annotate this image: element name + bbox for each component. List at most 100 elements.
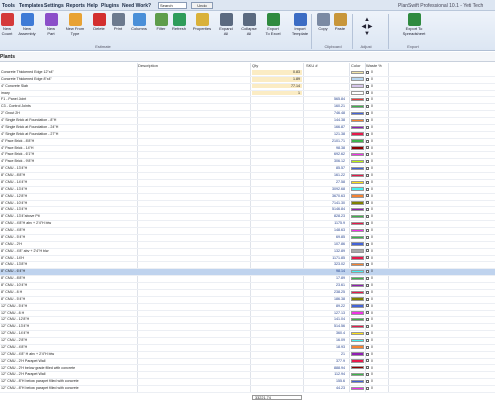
waste-checkbox[interactable] (366, 242, 369, 246)
table-row[interactable]: 12" CMU - 12'8"H 141.04 0 (0, 317, 495, 325)
table-row[interactable]: 12" CMU - 4'8"H 18.93 0 (0, 345, 495, 352)
table-row[interactable]: 12" CMU - 4'8" H abv + 2'4"H blw 21 0 (0, 352, 495, 359)
waste-checkbox[interactable] (366, 352, 369, 356)
waste-checkbox[interactable] (366, 187, 369, 191)
waste-checkbox[interactable] (366, 180, 369, 184)
table-row[interactable]: 8" CMU - 12'8"H 3670.63 0 (0, 194, 495, 201)
table-row[interactable]: 8" CMU - 13'4"H 85.57 0 (0, 166, 495, 174)
export-excel-button[interactable]: Export To Excel (262, 13, 284, 36)
table-row[interactable]: 8" CMU - 8'8"H 161.22 0 (0, 173, 495, 180)
table-row[interactable]: C3 - Control Joints 160.21 0 (0, 104, 495, 112)
waste-checkbox[interactable] (366, 297, 369, 301)
waste-checkbox[interactable] (366, 338, 369, 342)
menu-tools[interactable]: Tools (2, 3, 15, 9)
table-row[interactable]: 8" CMU - 14'4"H 27.58 0 (0, 180, 495, 187)
expand-all-button[interactable]: Expand All (216, 13, 236, 36)
table-row[interactable]: 4" Pace Brick - 6'1"H 692.62 0 (0, 152, 495, 160)
waste-checkbox[interactable] (366, 201, 369, 205)
waste-checkbox[interactable] (366, 249, 369, 253)
table-row[interactable]: 8" CMU - 2'H 107.86 0 (0, 242, 495, 249)
waste-checkbox[interactable] (366, 386, 369, 390)
waste-checkbox[interactable] (366, 359, 369, 363)
menu-need-work[interactable]: Need Work? (122, 3, 151, 9)
table-row[interactable]: 8" CMU - 13'4"above Pit 828.23 0 (0, 214, 495, 222)
waste-checkbox[interactable] (366, 173, 369, 177)
columns-button[interactable]: Columns (128, 13, 150, 32)
waste-checkbox[interactable] (366, 325, 369, 329)
waste-checkbox[interactable] (366, 84, 369, 88)
col-qty[interactable]: Qty (252, 63, 258, 69)
new-count-button[interactable]: New Count (0, 13, 14, 36)
col-description[interactable]: Description (138, 63, 158, 69)
waste-checkbox[interactable] (366, 146, 369, 150)
waste-checkbox[interactable] (366, 283, 369, 287)
table-row[interactable]: 12" CMU - 5'4"H 89.22 0 (0, 304, 495, 311)
waste-checkbox[interactable] (366, 276, 369, 280)
waste-checkbox[interactable] (366, 345, 369, 349)
collapse-all-button[interactable]: Collapse All (238, 13, 260, 36)
menu-plugins[interactable]: Plugins (101, 3, 119, 9)
table-row[interactable]: F1 - Panel Joint 565.84 0 (0, 97, 495, 105)
table-row[interactable]: 12" CMU - 8"H below parapet filled with … (0, 379, 495, 387)
export-spreadsheet-button[interactable]: Export To Spreadsheet (397, 13, 431, 36)
table-row[interactable]: 8" CMU - 13'4"H 3092.68 0 (0, 187, 495, 194)
table-row[interactable]: 12" CMU - 14'4"H 360.4 0 (0, 331, 495, 338)
waste-checkbox[interactable] (366, 77, 369, 81)
waste-checkbox[interactable] (366, 235, 369, 239)
table-row[interactable]: 8" CMU - 5'4"H 69.85 0 (0, 235, 495, 242)
waste-checkbox[interactable] (366, 70, 369, 74)
waste-checkbox[interactable] (366, 228, 369, 232)
table-row[interactable]: 4" Concrete Slab 77.14 0 (0, 83, 495, 91)
new-from-type-button[interactable]: New From Type (62, 13, 88, 36)
waste-checkbox[interactable] (366, 373, 369, 377)
col-sku[interactable]: SKU # (306, 63, 318, 69)
table-row[interactable]: 4" Pace Brick - 9'8"H 306.12 0 (0, 159, 495, 167)
waste-checkbox[interactable] (366, 221, 369, 225)
waste-checkbox[interactable] (366, 153, 369, 157)
table-row[interactable]: 8" CMU - 14'H 1171.85 0 (0, 256, 495, 263)
filter-button[interactable]: Filter (154, 13, 168, 32)
table-row[interactable]: 12" CMU - 8"H below parapet filled with … (0, 386, 495, 393)
waste-checkbox[interactable] (366, 160, 369, 164)
waste-checkbox[interactable] (366, 366, 369, 370)
col-waste[interactable]: Waste % (366, 63, 382, 69)
table-row[interactable]: 12" CMU - 13'4"H 514.56 0 (0, 324, 495, 332)
waste-checkbox[interactable] (366, 215, 369, 219)
delete-button[interactable]: Delete (92, 13, 106, 32)
table-row[interactable]: imary 1 0 (0, 90, 495, 98)
table-row[interactable]: 12" CMU - 2'H Parapet Wall 112.94 0 (0, 372, 495, 380)
waste-checkbox[interactable] (366, 112, 369, 116)
waste-checkbox[interactable] (366, 125, 369, 129)
undo-button[interactable]: Undo (191, 2, 213, 9)
waste-checkbox[interactable] (366, 105, 369, 109)
waste-checkbox[interactable] (366, 118, 369, 122)
waste-checkbox[interactable] (366, 270, 369, 274)
menu-reports[interactable]: Reports (66, 3, 85, 9)
refresh-button[interactable]: Refresh (170, 13, 188, 32)
table-row[interactable]: 4" Single Brick at Foundation - 24"H 166.… (0, 125, 495, 132)
table-row[interactable]: 4" Single Brick at Foundation - 8"H 144.3… (0, 118, 495, 125)
table-row[interactable]: 4" Single Brick at Foundation - 27"H 121.… (0, 132, 495, 139)
search-input[interactable]: Search (158, 2, 187, 9)
menu-help[interactable]: Help (87, 3, 98, 9)
print-button[interactable]: Print (111, 13, 125, 32)
menu-templates[interactable]: Templates (19, 3, 43, 9)
table-row[interactable]: 8" CMU - 13'4"H 5146.84 0 (0, 207, 495, 215)
waste-checkbox[interactable] (366, 132, 369, 136)
waste-checkbox[interactable] (366, 91, 369, 95)
waste-checkbox[interactable] (366, 331, 369, 335)
table-row[interactable]: Concrete Thickened Edge 8"x4" 1.89 0 (0, 76, 495, 84)
adjust-arrows-icon[interactable]: ▲ ◀ ▶ ▼ (357, 17, 377, 39)
waste-checkbox[interactable] (366, 208, 369, 212)
table-row[interactable]: 4" Pace Brick - 8'8"H 2101.71 0 (0, 139, 495, 146)
waste-checkbox[interactable] (366, 98, 369, 102)
table-row[interactable]: 8" CMU - 10'4"H 7141.30 0 (0, 201, 495, 208)
new-assembly-button[interactable]: New Assembly (15, 13, 39, 36)
table-row[interactable]: 8" CMU - 4'8" abv + 2'4"H blw 132.89 0 (0, 249, 495, 256)
waste-checkbox[interactable] (366, 311, 369, 315)
table-row[interactable]: 8" CMU - 4'8"H abv + 2'4"H blw 1175.9 0 (0, 221, 495, 229)
waste-checkbox[interactable] (366, 380, 369, 384)
table-row[interactable]: 12" CMU - 2'H below grade filled with co… (0, 366, 495, 373)
col-color[interactable]: Color (351, 63, 361, 69)
table-row[interactable]: 8" CMU - 6'4"H 98.14 0 (0, 269, 495, 277)
